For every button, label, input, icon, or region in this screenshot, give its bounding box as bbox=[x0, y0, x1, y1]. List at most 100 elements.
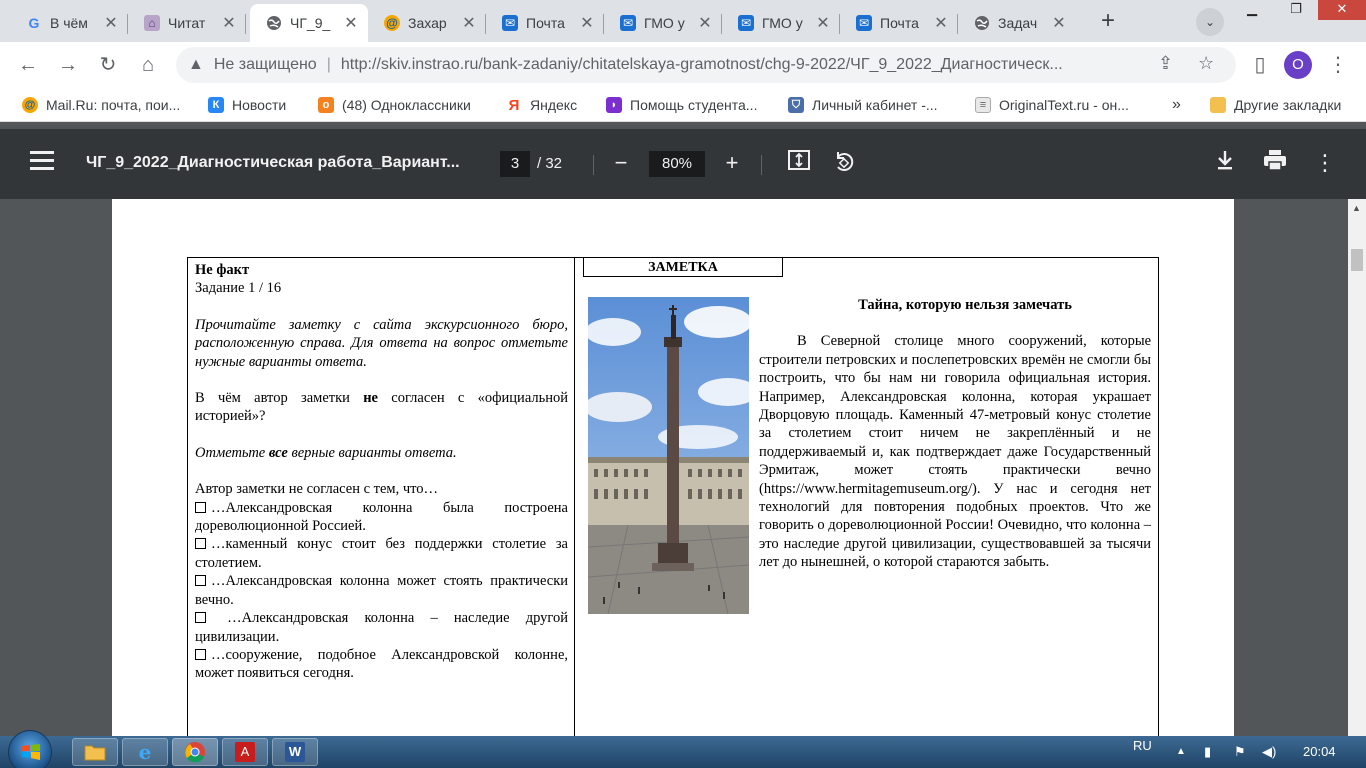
scroll-thumb[interactable] bbox=[1351, 249, 1363, 271]
menu-kebab-icon[interactable]: ⋮ bbox=[1324, 51, 1352, 79]
zoom-in-button[interactable]: + bbox=[718, 149, 746, 177]
bookmark-help[interactable]: ◗ Помощь студента... bbox=[606, 95, 757, 115]
acrobat-icon: A bbox=[235, 742, 255, 762]
clock[interactable]: 20:04 bbox=[1303, 736, 1336, 768]
url-text[interactable]: http://skiv.instrao.ru/bank-zadaniy/chit… bbox=[341, 56, 1141, 74]
bookmark-mailru[interactable]: @ Mail.Ru: почта, пои... bbox=[22, 95, 180, 115]
flag-icon[interactable]: ⚑ bbox=[1234, 736, 1246, 768]
reload-button[interactable]: ↻ bbox=[94, 51, 122, 79]
tab-7[interactable]: ✉ ГМО у ✕ bbox=[722, 4, 840, 42]
other-bookmarks[interactable]: Другие закладки bbox=[1210, 95, 1341, 115]
bookmarks-bar: @ Mail.Ru: почта, пои... К Новости о (48… bbox=[0, 88, 1366, 122]
pdf-menu-icon[interactable] bbox=[30, 151, 54, 175]
tab-6[interactable]: ✉ ГМО у ✕ bbox=[604, 4, 722, 42]
tab-1[interactable]: G В чём ✕ bbox=[10, 4, 128, 42]
alexander-column-photo bbox=[588, 297, 749, 614]
close-icon[interactable]: ✕ bbox=[694, 13, 716, 33]
vertical-scrollbar[interactable]: ▲ bbox=[1348, 199, 1366, 736]
checkbox[interactable] bbox=[195, 648, 206, 660]
checkbox[interactable] bbox=[195, 538, 206, 550]
bookmark-yandex[interactable]: Я Яндекс bbox=[506, 95, 577, 115]
close-icon[interactable]: ✕ bbox=[100, 13, 122, 33]
tab-search-button[interactable]: ⌄ bbox=[1196, 8, 1224, 36]
zoom-out-button[interactable]: − bbox=[607, 149, 635, 177]
mail-icon: ✉ bbox=[502, 15, 518, 31]
side-panel-icon[interactable]: ▯ bbox=[1246, 51, 1274, 79]
volume-icon[interactable]: ◀) bbox=[1262, 736, 1276, 768]
folder-icon bbox=[1210, 97, 1226, 113]
close-icon[interactable]: ✕ bbox=[812, 13, 834, 33]
yandex-icon: Я bbox=[506, 97, 522, 114]
windows-taskbar: e A W RU ▲ ▮ ⚑ ◀) 20:04 bbox=[0, 730, 1366, 768]
article-text: В Северной столице много сооружений, кот… bbox=[759, 333, 1152, 571]
pdf-toolbar: ЧГ_9_2022_Диагностическая работа_Вариант… bbox=[0, 129, 1366, 199]
warning-icon[interactable]: ▲ bbox=[188, 56, 204, 74]
security-label[interactable]: Не защищено bbox=[214, 56, 317, 74]
browser-toolbar: ← → ↻ ⌂ ▲ Не защищено | http://skiv.inst… bbox=[0, 42, 1366, 88]
minimize-button[interactable]: ▁ bbox=[1230, 0, 1274, 20]
note-cell: ЗАМЕТКА Тайна, которую нельзя замечать В… bbox=[574, 257, 1159, 747]
taskbar-explorer[interactable] bbox=[72, 738, 118, 766]
checkbox[interactable] bbox=[195, 575, 206, 587]
tab-9[interactable]: Задач ✕ bbox=[958, 4, 1076, 42]
scroll-up-arrow[interactable]: ▲ bbox=[1352, 203, 1361, 213]
ie-icon: e bbox=[138, 740, 152, 764]
tab-5[interactable]: ✉ Почта ✕ bbox=[486, 4, 604, 42]
pdf-title: ЧГ_9_2022_Диагностическая работа_Вариант… bbox=[86, 154, 460, 171]
tray-expand-icon[interactable]: ▲ bbox=[1176, 736, 1186, 768]
back-button[interactable]: ← bbox=[14, 51, 42, 79]
close-icon[interactable]: ✕ bbox=[576, 13, 598, 33]
tab-4[interactable]: @ Захар ✕ bbox=[368, 4, 486, 42]
page-total: / 32 bbox=[537, 155, 563, 172]
page-number-input[interactable]: 3 bbox=[500, 151, 530, 177]
tab-strip: G В чём ✕ ⌂ Читат ✕ ЧГ_9_ ✕ @ Захар ✕ ✉ … bbox=[0, 0, 1366, 42]
new-tab-button[interactable]: + bbox=[1094, 8, 1122, 36]
close-icon[interactable]: ✕ bbox=[218, 13, 240, 33]
taskbar-chrome[interactable] bbox=[172, 738, 218, 766]
close-icon[interactable]: ✕ bbox=[1048, 13, 1070, 33]
bookmark-originaltext[interactable]: ≡ OriginalText.ru - он... bbox=[975, 95, 1129, 115]
start-button[interactable] bbox=[8, 730, 52, 768]
bookmark-ok[interactable]: о (48) Одноклассники bbox=[318, 95, 471, 115]
bookmark-vk[interactable]: К Новости bbox=[208, 95, 286, 115]
forward-button[interactable]: → bbox=[54, 51, 82, 79]
mailru-icon: @ bbox=[22, 97, 38, 113]
option-2[interactable]: …каменный конус стоит без поддержки стол… bbox=[195, 535, 568, 572]
rotate-icon[interactable] bbox=[830, 149, 858, 177]
address-bar[interactable]: ▲ Не защищено | http://skiv.instrao.ru/b… bbox=[176, 47, 1236, 83]
share-icon[interactable]: ⇪ bbox=[1158, 53, 1173, 74]
more-options-icon[interactable]: ⋮ bbox=[1311, 149, 1339, 177]
window-close-button[interactable]: ✕ bbox=[1318, 0, 1366, 20]
language-indicator[interactable]: RU bbox=[1133, 730, 1152, 762]
mail-icon: ✉ bbox=[856, 15, 872, 31]
checkbox[interactable] bbox=[195, 501, 206, 513]
profile-avatar[interactable]: О bbox=[1284, 51, 1312, 79]
tab-8[interactable]: ✉ Почта ✕ bbox=[840, 4, 958, 42]
star-icon[interactable]: ☆ bbox=[1198, 53, 1214, 74]
chrome-icon bbox=[185, 742, 205, 763]
checkbox[interactable] bbox=[195, 612, 206, 624]
option-1[interactable]: …Александровская колонна была построена … bbox=[195, 499, 568, 536]
bookmark-cabinet[interactable]: ⛉ Личный кабинет -... bbox=[788, 95, 938, 115]
print-icon[interactable] bbox=[1261, 149, 1289, 177]
taskbar-acrobat[interactable]: A bbox=[222, 738, 268, 766]
tab-3-active[interactable]: ЧГ_9_ ✕ bbox=[250, 4, 368, 42]
fit-page-icon[interactable] bbox=[785, 149, 813, 177]
download-icon[interactable] bbox=[1211, 149, 1239, 177]
option-3[interactable]: …Александровская колонна может стоять пр… bbox=[195, 572, 568, 609]
bookmarks-overflow-button[interactable]: » bbox=[1172, 95, 1181, 115]
restore-button[interactable]: ❐ bbox=[1274, 0, 1318, 20]
taskbar-word[interactable]: W bbox=[272, 738, 318, 766]
close-icon[interactable]: ✕ bbox=[930, 13, 952, 33]
close-icon[interactable]: ✕ bbox=[458, 13, 480, 33]
close-icon[interactable]: ✕ bbox=[340, 13, 362, 33]
battery-icon[interactable]: ▮ bbox=[1204, 736, 1211, 768]
zoom-input[interactable]: 80% bbox=[649, 151, 705, 177]
option-4[interactable]: …Александровская колонна – наследие друг… bbox=[195, 609, 568, 646]
tab-2[interactable]: ⌂ Читат ✕ bbox=[128, 4, 246, 42]
windows-logo-icon bbox=[22, 744, 40, 760]
taskbar-ie[interactable]: e bbox=[122, 738, 168, 766]
home-button[interactable]: ⌂ bbox=[134, 51, 162, 79]
option-5[interactable]: …сооружение, подобное Александровской ко… bbox=[195, 646, 568, 683]
note-article: Тайна, которую нельзя замечать В Северно… bbox=[759, 296, 1151, 572]
